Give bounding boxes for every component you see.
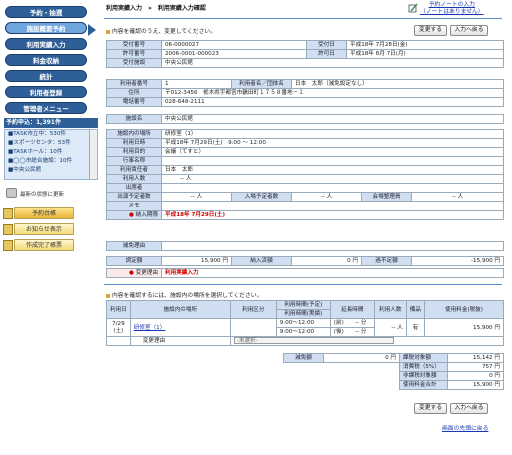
detail-table: 利用日 施設内の場所 利用区分 利用時間(予定) 延長時間 利用人数 備品 使用… bbox=[106, 300, 505, 346]
reservation-note-link[interactable]: 予約ノートの入力 （ノートはありません） bbox=[420, 2, 484, 16]
reservation-item[interactable]: ■TASKホール：10件 bbox=[5, 148, 97, 157]
menu-admin[interactable]: 管理者メニュー bbox=[5, 102, 87, 114]
reduction-table: 減免理由 bbox=[106, 241, 504, 251]
menu-fee-collection[interactable]: 料金収納 bbox=[5, 54, 87, 66]
change-reason-table: ● 変更理由 利用実績入力 bbox=[106, 268, 504, 278]
user-table: 利用者番号 1 利用者名／団体名 日本 太郎（減免設定なし） 住所 〒012-3456 … bbox=[106, 79, 504, 107]
summary-table: 減免額 0 円課税対象額 15,142 円 消費税（5%） 757 円 非課税対象額 0… bbox=[283, 353, 504, 390]
reservation-item[interactable]: ■中央公民館 bbox=[5, 166, 97, 175]
permit-table: 受付番号 06-0000027 受付日 平成18年 7月28日(金) 許可番号 2006… bbox=[106, 40, 504, 68]
reservation-ledger-button[interactable]: 予約台帳 bbox=[3, 207, 74, 219]
book-icon bbox=[3, 208, 13, 219]
completed-forms-button[interactable]: 作成完了帳票 bbox=[3, 239, 74, 251]
divider bbox=[104, 18, 502, 19]
refresh-link[interactable]: 最新の状態に更新 bbox=[20, 190, 64, 198]
back-button[interactable]: 入力へ戻る bbox=[450, 25, 488, 36]
place-link[interactable]: 研修室（1） bbox=[134, 325, 166, 331]
change-button[interactable]: 変更する bbox=[414, 25, 447, 36]
reservation-scrollbar[interactable] bbox=[89, 130, 97, 179]
usage-table: 施設内の場所 研修室（1） 利用日時 平成18年 7月29日(土) 9:00 ～ 1… bbox=[106, 129, 504, 220]
book-icon bbox=[3, 224, 13, 235]
back-button-bottom[interactable]: 入力へ戻る bbox=[450, 403, 488, 414]
main-content: 利用実績入力 » 利用実績入力確認 予約ノートの入力 （ノートはありません） 内容… bbox=[102, 0, 512, 455]
change-button-bottom[interactable]: 変更する bbox=[414, 403, 447, 414]
change-reason-select[interactable]: -未選択- bbox=[233, 337, 394, 344]
menu-facility-reserve[interactable]: 施設概要予約 bbox=[5, 22, 87, 34]
facility-table: 施設名 中央公民館 bbox=[106, 114, 504, 124]
intro-text-2: 内容を確認するには、施設内の場所を選択してください。 bbox=[106, 290, 262, 299]
reservation-list: ■TASK市立中：530件 ■スポーツセンタ：53件 ■TASKホール：10件 … bbox=[4, 129, 98, 180]
sidebar: 予約・抽選 施設概要予約 利用実績入力 料金収納 統計 利用者登録 管理者メニュ… bbox=[0, 0, 100, 455]
menu-usage-input[interactable]: 利用実績入力 bbox=[5, 38, 87, 50]
fee-table: 調定額 15,900 円納入済額 0 円過不足額 -15,900 円 bbox=[106, 256, 504, 266]
menu-statistics[interactable]: 統計 bbox=[5, 70, 87, 82]
reservation-item[interactable]: ■◯◯市総合施設：10件 bbox=[5, 157, 97, 166]
breadcrumb: 利用実績入力 » 利用実績入力確認 bbox=[106, 5, 206, 12]
book-icon bbox=[3, 240, 13, 251]
current-menu-arrow-icon bbox=[88, 24, 96, 36]
notice-display-button[interactable]: お知らせ表示 bbox=[3, 223, 74, 235]
reservation-item[interactable]: ■TASK市立中：530件 bbox=[5, 130, 97, 139]
menu-yoyaku-chusen[interactable]: 予約・抽選 bbox=[5, 6, 87, 18]
reservation-count-header: 予約申込：1,391件 bbox=[4, 118, 98, 128]
reservation-item[interactable]: ■スポーツセンタ：53件 bbox=[5, 139, 97, 148]
intro-text: 内容を確認のうえ、変更してください。 bbox=[106, 26, 216, 35]
back-to-top-link[interactable]: 画面の先頭に戻る bbox=[442, 423, 488, 432]
menu-user-registration[interactable]: 利用者登録 bbox=[5, 86, 87, 98]
note-pencil-icon bbox=[408, 3, 418, 13]
refresh-icon[interactable] bbox=[6, 188, 17, 198]
divider bbox=[104, 284, 502, 285]
